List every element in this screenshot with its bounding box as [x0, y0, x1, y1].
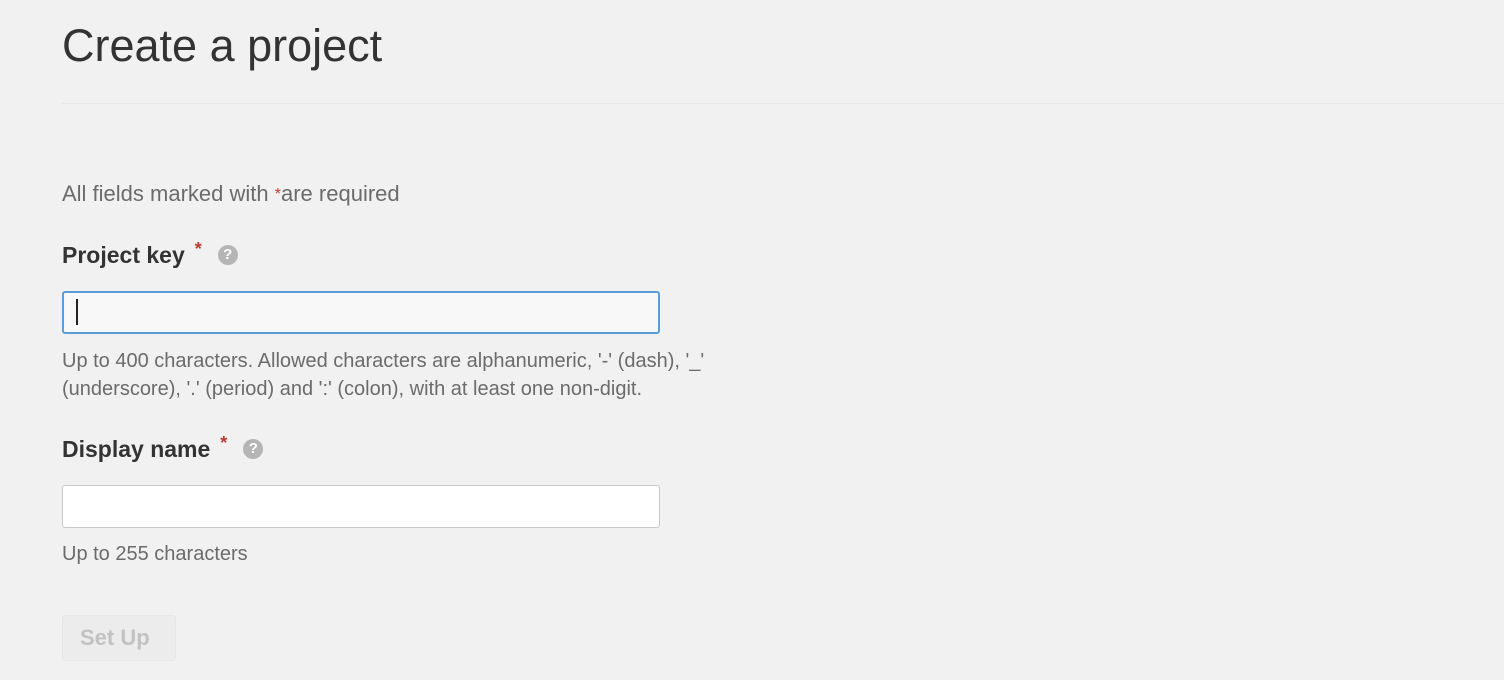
- display-name-required-star: *: [220, 433, 228, 453]
- display-name-hint: Up to 255 characters: [62, 543, 248, 565]
- project-key-label-text: Project key: [62, 242, 185, 268]
- project-key-input[interactable]: [62, 291, 660, 334]
- title-divider: [62, 103, 1504, 104]
- project-key-help-icon[interactable]: ?: [217, 245, 238, 265]
- project-key-hint-line2: (underscore), '.' (period) and ':' (colo…: [62, 378, 642, 400]
- display-name-label-text: Display name: [62, 436, 211, 462]
- required-note-prefix: All fields marked with: [62, 181, 269, 206]
- required-star: *: [274, 186, 281, 203]
- display-name-input[interactable]: [62, 485, 660, 528]
- project-key-required-star: *: [194, 239, 202, 259]
- required-note-suffix: are required: [281, 181, 400, 206]
- required-fields-note: All fields marked with *are required: [62, 180, 400, 208]
- display-name-help-icon[interactable]: ?: [243, 439, 264, 459]
- page-title: Create a project: [62, 20, 383, 71]
- create-project-page: Create a project All fields marked with …: [0, 0, 1504, 680]
- project-key-label: Project key * ?: [62, 239, 238, 269]
- setup-button[interactable]: Set Up: [62, 615, 176, 661]
- display-name-label: Display name * ?: [62, 433, 264, 463]
- text-cursor: [76, 299, 78, 325]
- project-key-hint-line1: Up to 400 characters. Allowed characters…: [62, 350, 705, 372]
